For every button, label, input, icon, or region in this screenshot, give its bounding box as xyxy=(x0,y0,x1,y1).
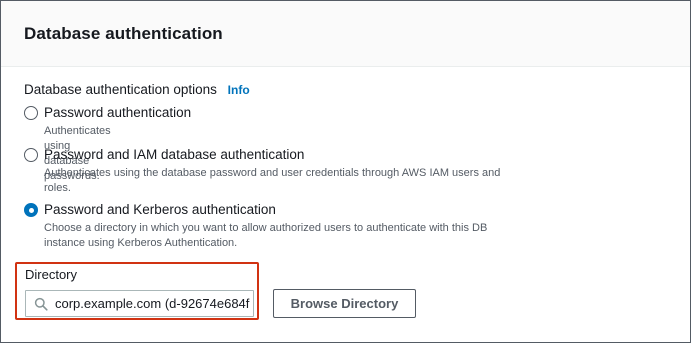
auth-options-label: Database authentication options xyxy=(24,82,217,97)
radio-password-auth[interactable] xyxy=(24,106,38,120)
option-title: Password and Kerberos authentication xyxy=(44,202,276,217)
option-title: Password authentication xyxy=(44,105,192,120)
database-authentication-panel: Database authentication Database authent… xyxy=(0,0,691,343)
radio-password-iam-auth[interactable] xyxy=(24,148,38,162)
directory-input-value: corp.example.com (d-92674e684f xyxy=(55,296,250,311)
info-link[interactable]: Info xyxy=(228,83,250,97)
directory-input[interactable]: corp.example.com (d-92674e684f xyxy=(25,290,254,317)
panel-title: Database authentication xyxy=(24,24,223,43)
option-description: Authenticates using the database passwor… xyxy=(44,167,501,194)
panel-header: Database authentication xyxy=(1,1,690,67)
radio-password-kerberos-auth[interactable] xyxy=(24,203,38,217)
directory-label: Directory xyxy=(25,267,78,282)
option-description: Choose a directory in which you want to … xyxy=(44,222,488,249)
search-icon xyxy=(34,297,48,311)
auth-options-label-row: Database authentication options Info xyxy=(24,82,250,97)
browse-directory-button[interactable]: Browse Directory xyxy=(273,289,416,318)
option-title: Password and IAM database authentication xyxy=(44,147,305,162)
